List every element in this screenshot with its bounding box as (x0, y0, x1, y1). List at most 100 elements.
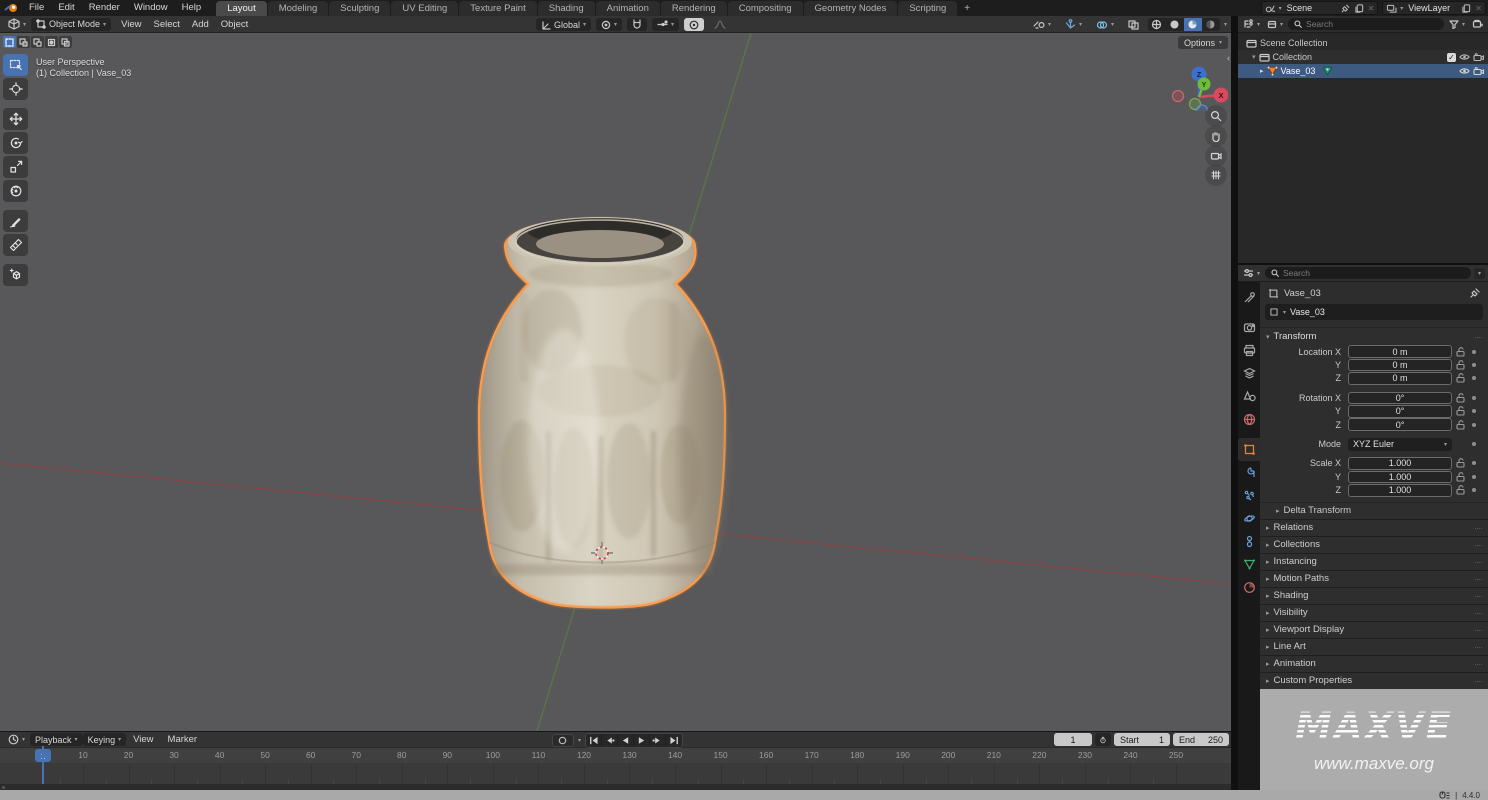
gizmos-dropdown[interactable]: ▾ (1060, 18, 1087, 31)
select-mode-subtract[interactable] (31, 36, 44, 48)
viewlayer-selector[interactable]: ▾ ViewLayer ✕ (1382, 1, 1486, 15)
tab-object[interactable] (1238, 438, 1260, 461)
tab-constraints[interactable] (1238, 530, 1260, 553)
menu-help[interactable]: Help (175, 0, 209, 16)
decorator-dot[interactable] (1468, 488, 1480, 492)
frame-end-field[interactable]: End250 (1173, 733, 1229, 746)
panel-custom-properties[interactable]: Custom Properties···· (1260, 672, 1488, 689)
outliner-display-mode-dropdown[interactable]: ▾ (1265, 18, 1285, 31)
drag-handle-icon[interactable]: ···· (1474, 332, 1482, 342)
tool-move[interactable] (3, 108, 28, 130)
decorator-dot[interactable] (1468, 376, 1480, 380)
lock-open-icon[interactable] (1452, 360, 1468, 370)
orientation-dropdown[interactable]: Global ▾ (536, 18, 591, 31)
panel-shading[interactable]: Shading···· (1260, 587, 1488, 604)
tab-physics[interactable] (1238, 507, 1260, 530)
workspace-tab-animation[interactable]: Animation (596, 1, 660, 16)
playback-dropdown[interactable]: Playback▾ (30, 733, 83, 746)
delta-transform-subpanel[interactable]: ▸Delta Transform (1260, 502, 1488, 519)
panel-instancing[interactable]: Instancing···· (1260, 553, 1488, 570)
mode-dropdown[interactable]: Object Mode ▾ (31, 18, 111, 31)
timeline-view-menu[interactable]: View (126, 732, 160, 748)
properties-filter-dropdown[interactable]: ▾ (1474, 268, 1485, 279)
hide-eye-icon[interactable] (1459, 67, 1470, 75)
scene-selector[interactable]: ▾ Scene ✕ (1261, 1, 1379, 15)
current-frame-field[interactable]: 1 (1054, 733, 1092, 746)
tab-particles[interactable] (1238, 484, 1260, 507)
exclude-checkbox[interactable]: ✓ (1447, 53, 1456, 62)
lock-open-icon[interactable] (1452, 472, 1468, 482)
value-field[interactable]: 0° (1348, 418, 1452, 431)
decorator-dot[interactable] (1468, 475, 1480, 479)
outliner-row-collection[interactable]: ▾ Collection ✓ (1238, 50, 1488, 64)
keying-dropdown[interactable]: Keying▾ (83, 733, 127, 746)
decorator-dot[interactable] (1468, 461, 1480, 465)
disclosure-closed-icon[interactable]: ▸ (1260, 67, 1264, 75)
viewport-menu-add[interactable]: Add (186, 16, 215, 33)
lock-open-icon[interactable] (1452, 347, 1468, 357)
lock-open-icon[interactable] (1452, 406, 1468, 416)
select-mode-intersect[interactable] (59, 36, 72, 48)
tab-world[interactable] (1238, 408, 1260, 431)
menu-window[interactable]: Window (127, 0, 175, 16)
playhead[interactable] (42, 746, 44, 784)
decorator-dot[interactable] (1468, 363, 1480, 367)
auto-keying-toggle[interactable] (552, 734, 574, 747)
viewport-canvas[interactable]: User Perspective (1) Collection | Vase_0… (0, 33, 1231, 731)
rotation-mode-dropdown[interactable]: XYZ Euler (1348, 438, 1452, 451)
editor-separator[interactable] (1231, 16, 1238, 790)
zoom-button[interactable] (1205, 105, 1227, 127)
properties-editor-type-button[interactable]: ▾ (1241, 267, 1262, 280)
ortho-toggle-button[interactable] (1205, 164, 1227, 186)
disable-render-camera-icon[interactable] (1473, 53, 1484, 62)
lock-open-icon[interactable] (1452, 393, 1468, 403)
decorator-dot[interactable] (1468, 442, 1480, 446)
tool-annotate[interactable] (3, 210, 28, 232)
add-workspace-button[interactable]: + (957, 3, 977, 14)
disable-render-camera-icon[interactable] (1473, 67, 1484, 76)
tool-scale[interactable] (3, 156, 28, 178)
workspace-tab-modeling[interactable]: Modeling (268, 1, 329, 16)
overlays-dropdown[interactable]: ▾ (1091, 18, 1119, 31)
timeline-ruler[interactable]: 1 10203040506070809010011012013014015016… (0, 748, 1231, 763)
disclosure-open-icon[interactable]: ▾ (1252, 53, 1256, 61)
decorator-dot[interactable] (1468, 423, 1480, 427)
value-field[interactable]: 1.000 (1348, 471, 1452, 484)
panel-animation[interactable]: Animation···· (1260, 655, 1488, 672)
tab-view-layer[interactable] (1238, 362, 1260, 385)
snap-target-dropdown[interactable]: ▾ (652, 18, 679, 31)
workspace-tab-uv-editing[interactable]: UV Editing (391, 1, 458, 16)
value-field[interactable]: 0° (1348, 405, 1452, 418)
panel-visibility[interactable]: Visibility···· (1260, 604, 1488, 621)
menu-render[interactable]: Render (82, 0, 127, 16)
jump-to-end-button[interactable] (666, 734, 682, 747)
xray-toggle[interactable] (1123, 18, 1144, 31)
workspace-tab-sculpting[interactable]: Sculpting (329, 1, 390, 16)
lock-open-icon[interactable] (1452, 373, 1468, 383)
lock-open-icon[interactable] (1452, 458, 1468, 468)
panel-viewport-display[interactable]: Viewport Display···· (1260, 621, 1488, 638)
shading-material-preview-button[interactable] (1184, 18, 1202, 31)
select-mode-new[interactable] (3, 36, 16, 48)
properties-search-input[interactable]: Search (1265, 267, 1471, 279)
viewport-menu-select[interactable]: Select (147, 16, 185, 33)
pan-button[interactable] (1205, 125, 1227, 147)
object-visibility-dropdown[interactable]: ▾ (1028, 18, 1056, 31)
workspace-tab-shading[interactable]: Shading (538, 1, 595, 16)
object-name-field[interactable]: ▾ Vase_03 (1265, 304, 1483, 320)
blender-logo-icon[interactable] (4, 2, 20, 14)
workspace-tab-layout[interactable]: Layout (216, 1, 267, 16)
panel-collections[interactable]: Collections···· (1260, 536, 1488, 553)
tab-scene[interactable] (1238, 385, 1260, 408)
decorator-dot[interactable] (1468, 409, 1480, 413)
play-reverse-button[interactable] (618, 734, 634, 747)
timeline-marker-menu[interactable]: Marker (161, 732, 205, 748)
value-field[interactable]: 0 m (1348, 345, 1452, 358)
timeline-editor-type-button[interactable]: ▾ (3, 733, 30, 746)
tool-transform[interactable] (3, 180, 28, 202)
lock-open-icon[interactable] (1452, 420, 1468, 430)
breadcrumb-object-name[interactable]: Vase_03 (1284, 288, 1321, 299)
auto-keying-dropdown[interactable]: ▾ (578, 737, 581, 744)
value-field[interactable]: 0° (1348, 392, 1452, 405)
shading-dropdown[interactable]: ▾ (1224, 21, 1227, 28)
